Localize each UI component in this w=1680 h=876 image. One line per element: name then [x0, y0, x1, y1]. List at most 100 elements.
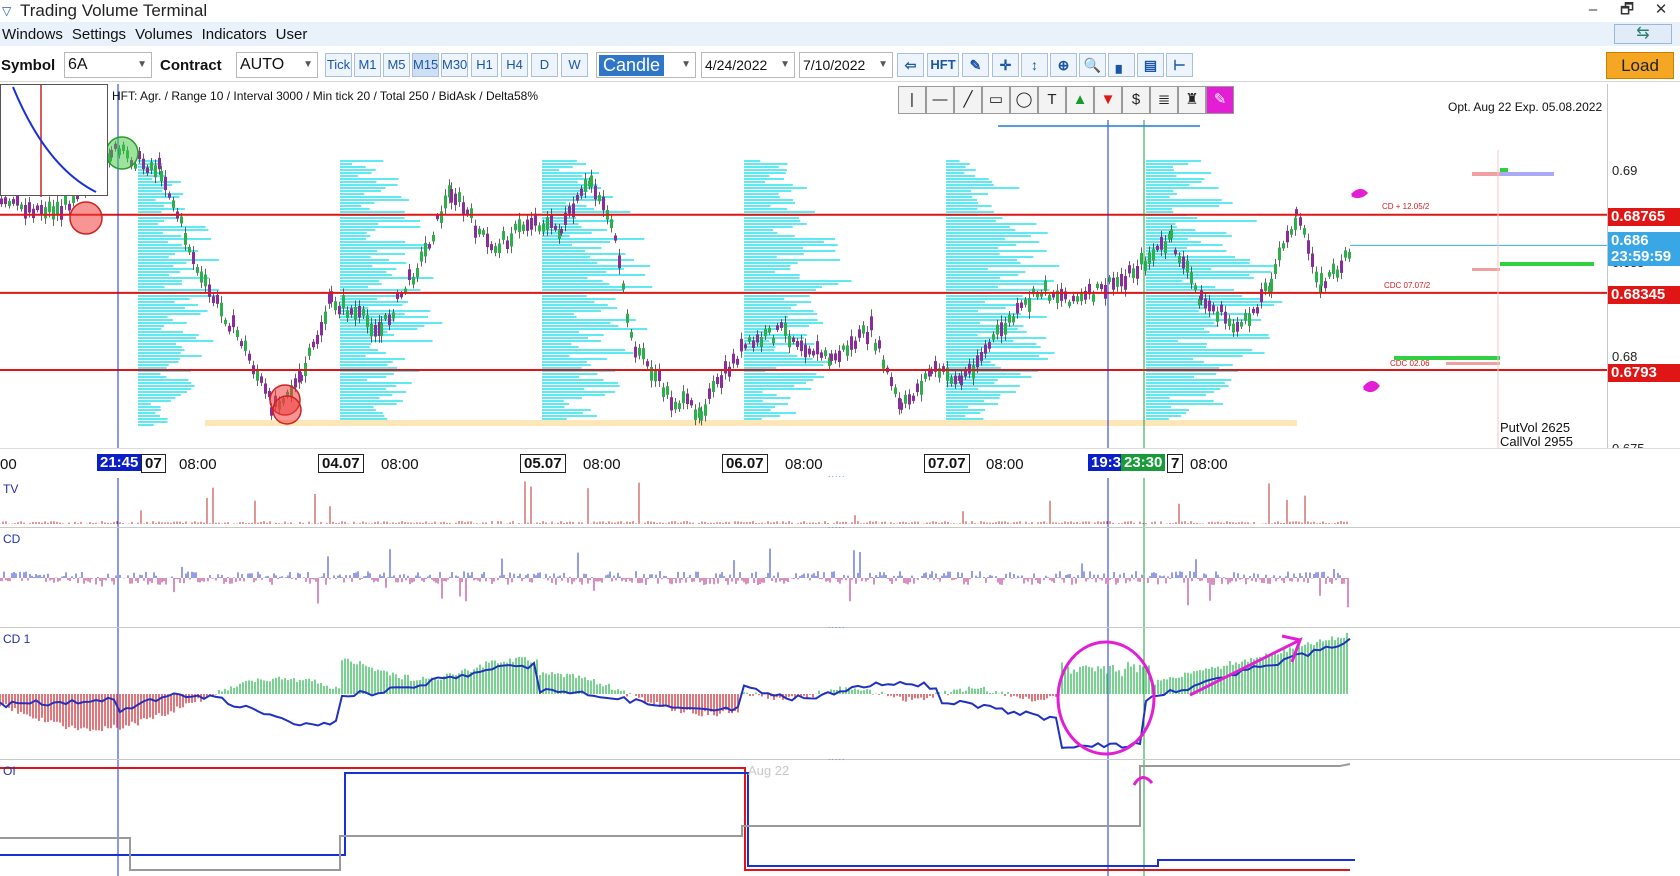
volume-profile-bar [542, 241, 611, 243]
volume-profile-bar [138, 346, 182, 348]
volume-profile-bar [744, 187, 807, 189]
option-level-mark [1472, 172, 1500, 176]
volume-profile-bar [1146, 238, 1188, 240]
candle-body [796, 341, 799, 348]
candle-body [654, 370, 657, 382]
volume-profile-bar [1146, 259, 1251, 261]
brush-icon[interactable]: ✎ [1206, 86, 1234, 114]
volume-profile-bar [744, 298, 785, 300]
candle-body [1252, 308, 1255, 314]
candle-body [788, 335, 791, 348]
candle-body [522, 224, 525, 231]
candle-body [212, 296, 215, 303]
volume-profile-bar [744, 217, 800, 219]
volume-profile-bar [542, 397, 582, 399]
trash-icon[interactable]: ♜ [1178, 86, 1206, 114]
volume-profile-bar [138, 349, 185, 351]
candle-body [24, 204, 27, 219]
volume-profile-bar [744, 373, 817, 375]
date-label: 06.07 [722, 454, 768, 473]
volume-profile-bar [138, 412, 156, 414]
vertical-line-icon[interactable]: | [898, 86, 926, 114]
volume-profile-bar [946, 253, 1000, 255]
option-level-mark [1446, 362, 1500, 365]
candle-body [670, 397, 673, 411]
price-scale[interactable]: 0.69 0.685 0.68 0.675 0.68765 0.686 23:5… [1607, 84, 1680, 449]
volume-profile-bar [744, 211, 815, 213]
dollar-icon[interactable]: $ [1122, 86, 1150, 114]
volume-profile-bar [744, 358, 813, 360]
volume-profile-bar [138, 352, 181, 354]
candle-body [1348, 251, 1351, 259]
volume-profile-bar [542, 181, 578, 183]
volume-profile-bar [744, 304, 797, 306]
candle-body [1286, 230, 1289, 243]
candle-body [784, 322, 787, 336]
rectangle-icon[interactable]: ▭ [982, 86, 1010, 114]
panel-splitter-handle[interactable]: ..... [828, 520, 846, 530]
volume-profile-bar [946, 316, 1047, 318]
text-icon[interactable]: T [1038, 86, 1066, 114]
candle-body [554, 225, 557, 230]
candle-body [158, 157, 161, 170]
volume-profile-bar [340, 412, 383, 414]
candle-body [1320, 273, 1323, 287]
candle-body [988, 342, 991, 349]
candle-body [408, 269, 411, 280]
volume-profile-bar [340, 256, 371, 258]
volume-profile-bar [542, 364, 591, 366]
volume-profile-bar [946, 403, 999, 405]
volume-profile-bar [138, 328, 162, 330]
volume-profile-bar [744, 295, 810, 297]
volume-profile-bar [340, 262, 407, 264]
arrow-down-icon[interactable]: ▼ [1094, 86, 1122, 114]
horizontal-line-icon[interactable]: — [926, 86, 954, 114]
volume-profile-bar [1146, 298, 1262, 300]
volume-profile-bar [744, 199, 794, 201]
volume-profile-bar [946, 229, 1016, 231]
volume-profile-bar [946, 184, 994, 186]
volume-profile-bar [340, 337, 372, 339]
trend-line-icon[interactable]: ╱ [954, 86, 982, 114]
volume-profile-bar [1146, 340, 1178, 342]
panel-splitter-handle[interactable]: ..... [828, 752, 846, 762]
candle-body [976, 355, 979, 368]
candle-body [862, 325, 865, 334]
volume-profile-bar [1146, 193, 1177, 195]
volume-profile-bar [1146, 394, 1207, 396]
volume-profile-bar [946, 175, 976, 177]
volume-profile-bar [138, 334, 199, 336]
volume-profile-bar [340, 274, 393, 276]
volume-profile-bar [138, 205, 164, 207]
candle-body [1182, 256, 1185, 269]
panel-splitter-handle[interactable]: ..... [828, 620, 846, 630]
volume-profile-bar [1146, 280, 1183, 282]
fibonacci-icon[interactable]: ≣ [1150, 86, 1178, 114]
candle-body [568, 206, 571, 214]
candle-body [768, 327, 771, 333]
volume-profile-bar [138, 160, 160, 162]
volume-profile-bar [946, 271, 1026, 273]
volume-profile-bar [542, 298, 616, 300]
candle-body [4, 197, 7, 205]
candle-body [598, 194, 601, 202]
volume-profile-bar [542, 250, 586, 252]
volume-profile-bar [138, 316, 168, 318]
candle-body [740, 338, 743, 352]
ellipse-icon[interactable]: ◯ [1010, 86, 1038, 114]
volume-profile-bar [340, 226, 421, 228]
volume-profile-bar [340, 277, 434, 279]
cd1-panel-label: CD 1 [3, 632, 31, 646]
arrow-up-icon[interactable]: ▲ [1066, 86, 1094, 114]
volume-profile-bar [138, 232, 163, 234]
candle-body [924, 373, 927, 379]
volume-profile-bar [138, 190, 163, 192]
volume-profile-bar [1146, 184, 1190, 186]
sell-marker [69, 201, 103, 235]
candle-body [316, 334, 319, 345]
panel-splitter-handle[interactable]: ..... [828, 469, 846, 479]
volume-profile-bar [138, 343, 177, 345]
volume-profile-bar [542, 307, 618, 309]
option-level-mark [1500, 168, 1508, 172]
candle-body [1152, 248, 1155, 261]
